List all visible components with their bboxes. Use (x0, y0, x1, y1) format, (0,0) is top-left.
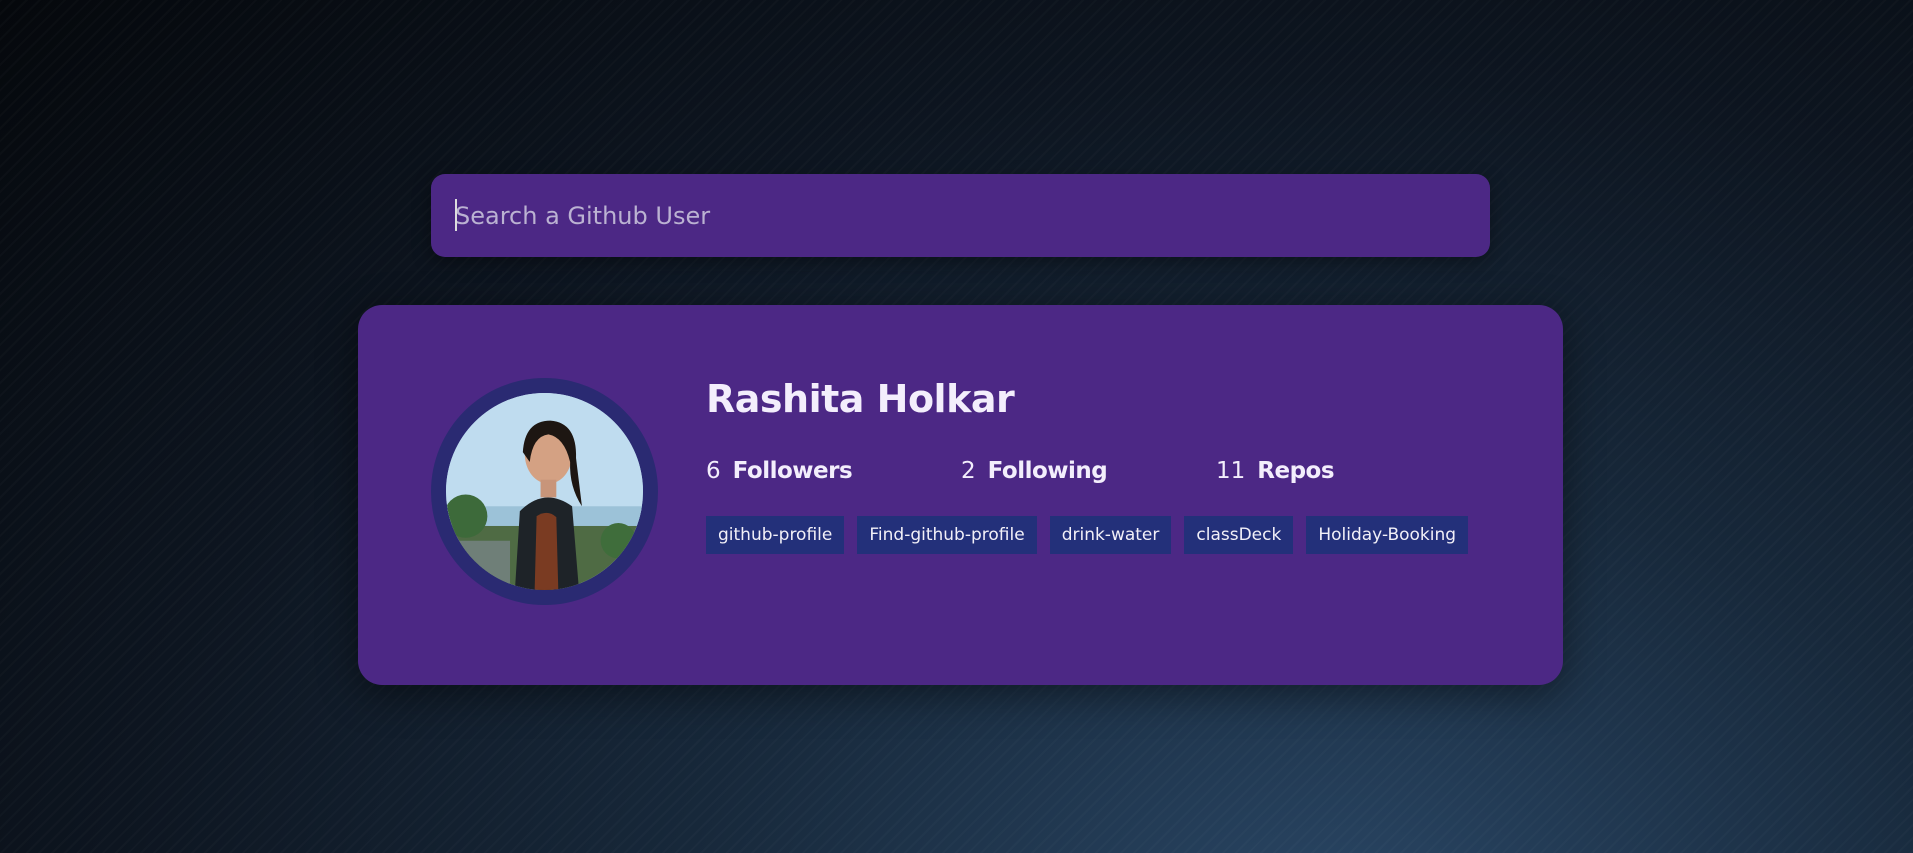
user-info: Rashita Holkar 6 Followers 2 Following 1… (706, 380, 1526, 554)
avatar (446, 393, 643, 590)
repo-link-github-profile[interactable]: github-profile (706, 516, 845, 554)
user-stats: 6 Followers 2 Following 11 Repos (706, 456, 1526, 486)
following-count: 2 (961, 458, 976, 484)
stat-followers: 6 Followers (706, 458, 961, 484)
repo-link-holiday-booking[interactable]: Holiday-Booking (1306, 516, 1469, 554)
profile-card: Rashita Holkar 6 Followers 2 Following 1… (358, 305, 1563, 685)
repo-link-drink-water[interactable]: drink-water (1049, 516, 1172, 554)
repos-count: 11 (1216, 458, 1246, 484)
followers-count: 6 (706, 458, 721, 484)
search-container (431, 174, 1490, 257)
repo-link-classdeck[interactable]: classDeck (1184, 516, 1294, 554)
stat-repos: 11 Repos (1216, 458, 1471, 484)
text-cursor (455, 199, 457, 231)
following-label: Following (987, 458, 1108, 484)
person-photo-icon (446, 393, 643, 590)
search-input[interactable] (431, 174, 1490, 257)
avatar-ring (431, 378, 658, 605)
repos-label: Repos (1257, 458, 1335, 484)
user-name: Rashita Holkar (706, 377, 1015, 421)
repo-link-find-github-profile[interactable]: Find-github-profile (857, 516, 1037, 554)
followers-label: Followers (732, 458, 853, 484)
stat-following: 2 Following (961, 458, 1216, 484)
repo-list: github-profile Find-github-profile drink… (706, 516, 1526, 554)
